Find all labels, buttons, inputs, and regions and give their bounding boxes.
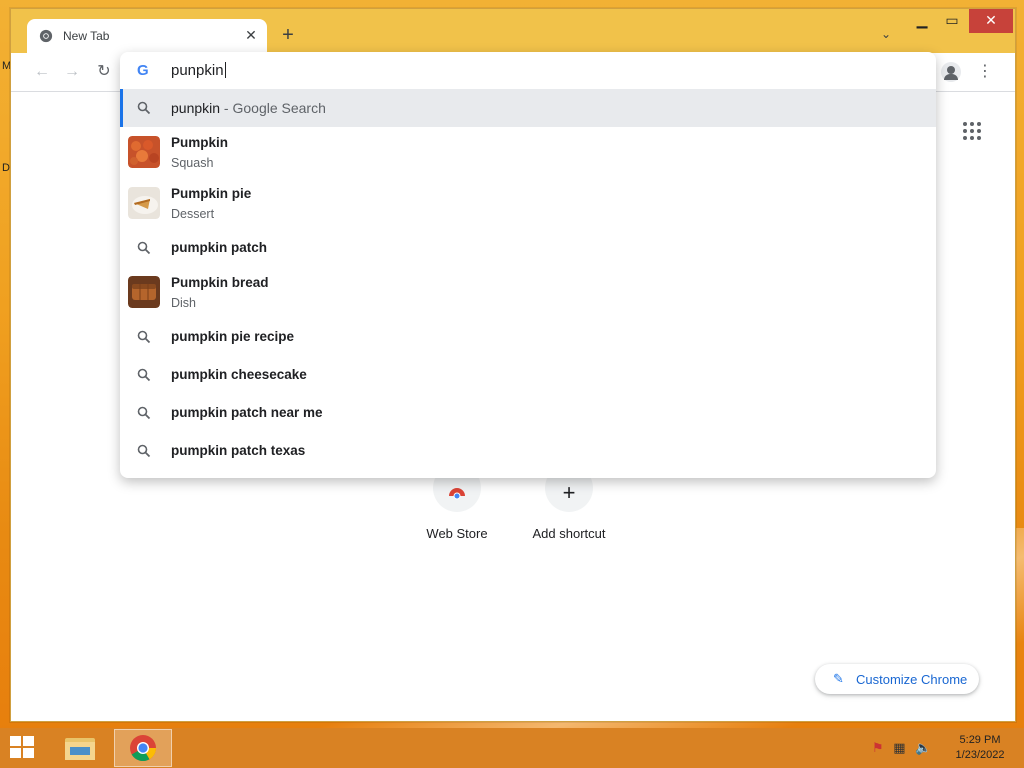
suggestion-row[interactable]: Pumpkin Squash [120,127,936,178]
volume-icon[interactable]: 🔈 [915,740,931,755]
action-center-flag-icon[interactable]: ⚑ [872,740,884,755]
pumpkin-thumbnail-icon [128,136,160,168]
google-g-icon: G [137,62,149,79]
search-icon [137,444,151,458]
system-tray: ⚑ ▦ 🔈 [872,740,931,756]
tab-close-icon[interactable]: ✕ [243,27,259,43]
reload-button[interactable]: ↻ [93,61,115,83]
pumpkin-pie-thumbnail-icon [128,187,160,219]
suggestion-row[interactable]: Pumpkin pie Dessert [120,178,936,229]
forward-button[interactable]: → [61,61,83,83]
suggestion-row[interactable]: Pumpkin bread Dish [120,267,936,318]
suggestion-subtitle: Dessert [171,207,215,221]
suggestion-row[interactable]: pumpkin pie recipe [120,318,936,356]
search-icon [137,330,151,344]
suggestion-row[interactable]: pumpkin patch near me [120,394,936,432]
kebab-menu-icon[interactable]: ⋮ [977,61,993,83]
maximize-button[interactable]: ▭ [937,9,967,33]
search-icon [137,368,151,382]
suggestion-row[interactable]: pumpkin patch [120,229,936,267]
customize-label: Customize Chrome [856,672,968,687]
suggestion-text: pumpkin cheesecake [171,367,307,382]
shortcut-label: Web Store [426,526,488,541]
tab-search-chevron-icon[interactable]: ⌄ [877,27,895,45]
network-icon[interactable]: ▦ [893,740,905,755]
close-window-button[interactable]: ✕ [969,9,1013,33]
file-explorer-icon[interactable] [62,732,98,764]
search-icon [137,101,151,115]
shortcut-label: Add shortcut [532,526,606,541]
suggestion-title: Pumpkin [171,135,229,150]
pumpkin-bread-thumbnail-icon [128,276,160,308]
address-bar[interactable]: G punpkin [120,52,936,89]
desktop-edge-letter: D [2,162,10,174]
customize-chrome-button[interactable]: ✎ Customize Chrome [815,664,979,694]
profile-avatar-icon[interactable] [941,62,961,82]
suggestion-text: pumpkin patch texas [171,443,306,458]
chrome-favicon-icon [39,29,53,43]
chrome-icon [130,735,157,762]
suggestion-row[interactable]: punpkin - Google Search [120,89,936,127]
suggestion-title: Pumpkin pie [171,186,252,201]
address-input[interactable]: punpkin [171,62,226,79]
suggestion-text: punpkin - Google Search [171,100,326,116]
new-tab-button[interactable]: + [277,25,299,47]
clock-time: 5:29 PM [959,734,1001,746]
suggestion-subtitle: Dish [171,296,197,310]
omnibox-dropdown: G punpkin punpkin - Google Search Pumpki… [120,52,936,478]
search-icon [137,406,151,420]
suggestion-row[interactable]: pumpkin cheesecake [120,356,936,394]
apps-grid-icon[interactable] [963,122,981,140]
suggestion-text: pumpkin patch near me [171,405,323,420]
windows-start-icon[interactable] [10,736,36,760]
taskbar-chrome-button[interactable] [114,729,172,767]
search-icon [137,241,151,255]
suggestion-text: pumpkin patch [171,240,268,255]
clock[interactable]: 5:29 PM 1/23/2022 [944,733,1016,763]
suggestion-subtitle: Squash [171,156,214,170]
tab-new-tab[interactable]: New Tab ✕ [27,19,267,53]
suggestion-title: Pumpkin bread [171,275,269,290]
clock-date: 1/23/2022 [955,749,1005,761]
suggestion-row[interactable]: pumpkin patch texas [120,432,936,470]
minimize-button[interactable]: ▁ [907,9,937,33]
pencil-icon: ✎ [833,671,844,686]
taskbar: ⚑ ▦ 🔈 5:29 PM 1/23/2022 [0,728,1024,768]
suggestion-text: pumpkin pie recipe [171,329,295,344]
title-bar: New Tab ✕ + ⌄ ▁ ▭ ✕ [11,9,1015,53]
tab-title: New Tab [63,29,110,43]
back-button[interactable]: ← [31,61,53,83]
